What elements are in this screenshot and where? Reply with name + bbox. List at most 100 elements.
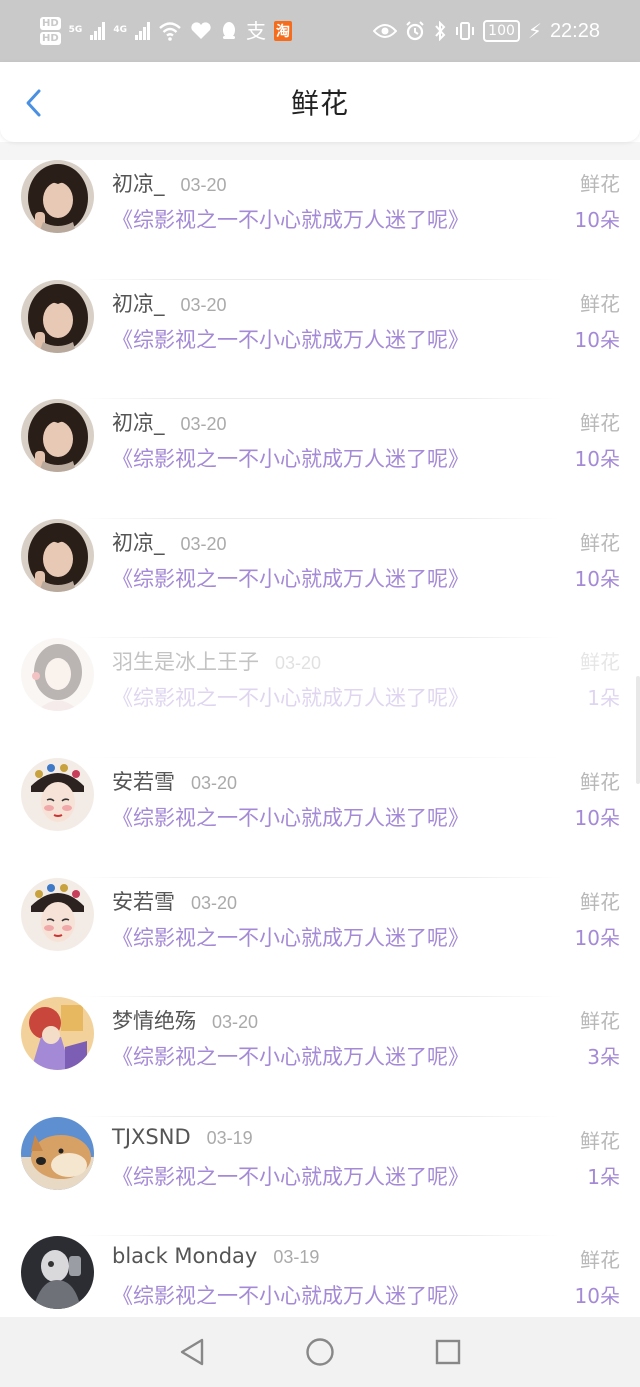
gift-count: 10朵 — [574, 805, 620, 830]
gift-count: 10朵 — [574, 925, 620, 950]
avatar[interactable] — [21, 399, 94, 472]
avatar[interactable] — [21, 1236, 94, 1309]
avatar-image — [21, 638, 94, 711]
book-title-link[interactable]: 《综影视之一不小心就成万人迷了呢》 — [112, 204, 469, 234]
username[interactable]: black Monday — [112, 1244, 257, 1268]
name-line: 安若雪 03-20 — [112, 886, 237, 916]
list-item[interactable]: 初凉_ 03-20 《综影视之一不小心就成万人迷了呢》 鲜花 10朵 — [0, 399, 640, 519]
gift-count: 10朵 — [574, 566, 620, 591]
username[interactable]: TJXSND — [112, 1125, 191, 1149]
avatar-image — [21, 1236, 94, 1309]
username[interactable]: 羽生是冰上王子 — [112, 646, 259, 676]
username[interactable]: 初凉_ — [112, 168, 165, 198]
gift-date: 03-20 — [212, 1012, 259, 1033]
battery-icon: 100 — [483, 20, 520, 42]
book-title-link[interactable]: 《综影视之一不小心就成万人迷了呢》 — [112, 1041, 469, 1071]
eye-icon — [373, 24, 398, 38]
book-title-link[interactable]: 《综影视之一不小心就成万人迷了呢》 — [112, 443, 469, 473]
system-nav-bar — [0, 1317, 640, 1387]
avatar[interactable] — [21, 1117, 94, 1190]
list-item[interactable]: 初凉_ 03-20 《综影视之一不小心就成万人迷了呢》 鲜花 10朵 — [0, 519, 640, 639]
username[interactable]: 安若雪 — [112, 886, 175, 916]
taobao-icon: 淘 — [273, 21, 292, 41]
list-item[interactable]: TJXSND 03-19 《综影视之一不小心就成万人迷了呢》 鲜花 1朵 — [0, 1117, 640, 1237]
health-heart-icon — [191, 22, 211, 39]
back-button[interactable] — [20, 88, 50, 118]
list-item[interactable]: 初凉_ 03-20 《综影视之一不小心就成万人迷了呢》 鲜花 10朵 — [0, 160, 640, 280]
name-line: 初凉_ 03-20 — [112, 288, 227, 318]
gift-type: 鲜花 — [580, 1128, 620, 1153]
list-item[interactable]: 羽生是冰上王子 03-20 《综影视之一不小心就成万人迷了呢》 鲜花 1朵 — [0, 638, 640, 758]
home-circle-icon — [306, 1338, 334, 1366]
book-title-link[interactable]: 《综影视之一不小心就成万人迷了呢》 — [112, 802, 469, 832]
gift-type: 鲜花 — [580, 411, 620, 436]
clock: 22:28 — [549, 19, 600, 42]
list-item[interactable]: 安若雪 03-20 《综影视之一不小心就成万人迷了呢》 鲜花 10朵 — [0, 878, 640, 998]
name-line: 初凉_ 03-20 — [112, 407, 227, 437]
list-item[interactable]: 安若雪 03-20 《综影视之一不小心就成万人迷了呢》 鲜花 10朵 — [0, 758, 640, 878]
signal-icon — [90, 22, 106, 40]
avatar[interactable] — [21, 519, 94, 592]
back-triangle-icon — [180, 1338, 204, 1366]
gift-date: 03-20 — [180, 294, 227, 315]
book-title-link[interactable]: 《综影视之一不小心就成万人迷了呢》 — [112, 563, 469, 593]
avatar[interactable] — [21, 758, 94, 831]
network-5g-label: 5G — [68, 25, 83, 35]
gift-type: 鲜花 — [580, 1009, 620, 1034]
book-title-link[interactable]: 《综影视之一不小心就成万人迷了呢》 — [112, 1161, 469, 1191]
avatar-image — [21, 399, 94, 472]
hd-badges: HD HD — [40, 17, 61, 45]
list-item[interactable]: 初凉_ 03-20 《综影视之一不小心就成万人迷了呢》 鲜花 10朵 — [0, 280, 640, 400]
name-line: TJXSND 03-19 — [112, 1125, 253, 1149]
gift-date: 03-19 — [273, 1247, 320, 1268]
book-title-link[interactable]: 《综影视之一不小心就成万人迷了呢》 — [112, 922, 469, 952]
avatar-image — [21, 758, 94, 831]
list-item[interactable]: black Monday 03-19 《综影视之一不小心就成万人迷了呢》 鲜花 10朵 — [0, 1236, 640, 1317]
gift-count: 1朵 — [587, 1164, 620, 1189]
name-line: 羽生是冰上王子 03-20 — [112, 646, 321, 676]
name-line: 初凉_ 03-20 — [112, 168, 227, 198]
gift-type: 鲜花 — [580, 1248, 620, 1273]
gift-date: 03-20 — [180, 414, 227, 435]
book-title-link[interactable]: 《综影视之一不小心就成万人迷了呢》 — [112, 324, 469, 354]
name-line: black Monday 03-19 — [112, 1244, 319, 1268]
gift-type: 鲜花 — [580, 889, 620, 914]
gift-date: 03-19 — [206, 1127, 253, 1148]
nav-home-button[interactable] — [303, 1335, 337, 1369]
gift-count: 10朵 — [574, 208, 620, 232]
scrollbar[interactable] — [636, 676, 640, 784]
avatar-image — [21, 160, 94, 233]
gift-type: 鲜花 — [580, 291, 620, 316]
username[interactable]: 梦情绝殇 — [112, 1005, 196, 1035]
avatar[interactable] — [21, 160, 94, 233]
avatar[interactable] — [21, 280, 94, 353]
gift-count: 10朵 — [574, 1284, 620, 1309]
book-title-link[interactable]: 《综影视之一不小心就成万人迷了呢》 — [112, 1280, 469, 1310]
vibrate-icon — [456, 22, 475, 40]
username[interactable]: 初凉_ — [112, 288, 165, 318]
avatar-image — [21, 878, 94, 951]
nav-recents-button[interactable] — [431, 1335, 465, 1369]
avatar-image — [21, 997, 94, 1070]
avatar-image — [21, 280, 94, 353]
gift-date: 03-20 — [180, 175, 227, 195]
avatar[interactable] — [21, 638, 94, 711]
username[interactable]: 初凉_ — [112, 407, 165, 437]
avatar[interactable] — [21, 878, 94, 951]
charging-icon: ⚡ — [527, 19, 542, 43]
qq-icon — [222, 22, 235, 39]
flower-gift-list[interactable]: 初凉_ 03-20 《综影视之一不小心就成万人迷了呢》 鲜花 10朵 初凉_ 03-20 《综… — [0, 160, 640, 1317]
name-line: 梦情绝殇 03-20 — [112, 1005, 258, 1035]
name-line: 初凉_ 03-20 — [112, 527, 227, 557]
nav-back-button[interactable] — [175, 1335, 209, 1369]
hd-badge-1: HD — [40, 17, 61, 30]
gift-date: 03-20 — [275, 653, 322, 674]
list-item[interactable]: 梦情绝殇 03-20 《综影视之一不小心就成万人迷了呢》 鲜花 3朵 — [0, 997, 640, 1117]
username[interactable]: 初凉_ — [112, 527, 165, 557]
name-line: 安若雪 03-20 — [112, 766, 237, 796]
username[interactable]: 安若雪 — [112, 766, 175, 796]
avatar[interactable] — [21, 997, 94, 1070]
gift-type: 鲜花 — [580, 530, 620, 555]
book-title-link[interactable]: 《综影视之一不小心就成万人迷了呢》 — [112, 682, 469, 712]
gift-count: 1朵 — [587, 686, 620, 711]
